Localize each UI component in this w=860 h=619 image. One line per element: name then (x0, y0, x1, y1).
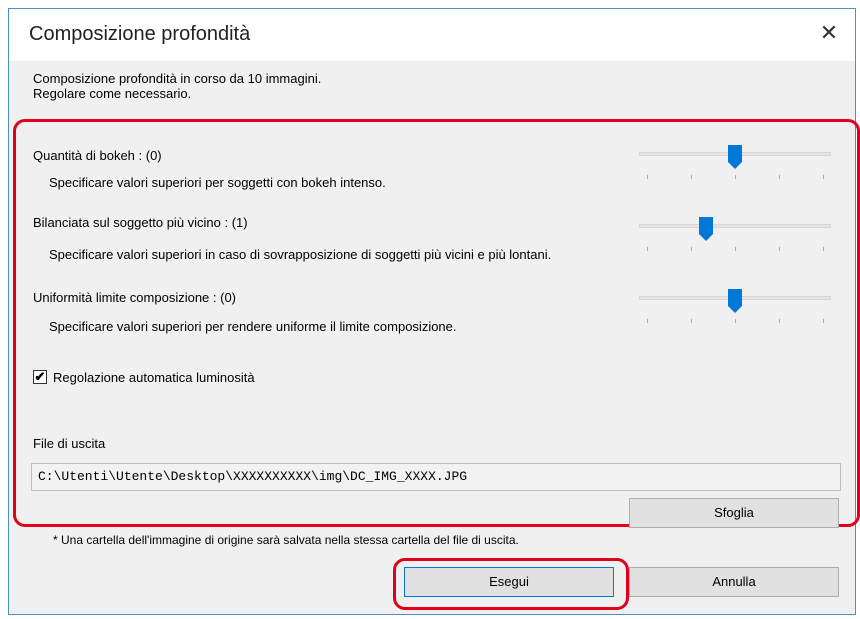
auto-brightness-label: Regolazione automatica luminosità (53, 370, 255, 385)
slider-tick (823, 319, 824, 323)
slider-tick (735, 247, 736, 251)
close-icon[interactable]: ✕ (815, 19, 843, 47)
slider-tick (779, 247, 780, 251)
slider-thumb[interactable] (728, 289, 742, 313)
slider-tick (647, 247, 648, 251)
bokeh-description: Specificare valori superiori per soggett… (49, 175, 386, 190)
slider-thumb[interactable] (728, 145, 742, 169)
slider-tick (779, 319, 780, 323)
slider-tick (691, 247, 692, 251)
slider-tick (823, 175, 824, 179)
output-path-field[interactable]: C:\Utenti\Utente\Desktop\XXXXXXXXXX\img\… (31, 463, 841, 491)
title-bar: Composizione profondità ✕ (9, 9, 855, 61)
nearest-subject-slider[interactable] (639, 217, 831, 253)
boundary-uniformity-label: Uniformità limite composizione : (0) (33, 290, 237, 305)
slider-tick (691, 175, 692, 179)
boundary-uniformity-description: Specificare valori superiori per rendere… (49, 319, 457, 334)
slider-tick (647, 319, 648, 323)
bokeh-label: Quantità di bokeh : (0) (33, 148, 162, 163)
dialog-title: Composizione profondità (29, 23, 251, 45)
dialog-window: Composizione profondità ✕ Composizione p… (8, 8, 860, 615)
bokeh-slider[interactable] (639, 145, 831, 181)
slider-tick (823, 247, 824, 251)
output-note: * Una cartella dell'immagine di origine … (53, 533, 519, 547)
intro-line-1: Composizione profondità in corso da 10 i… (33, 71, 322, 86)
boundary-uniformity-slider[interactable] (639, 289, 831, 325)
nearest-subject-label: Bilanciata sul soggetto più vicino : (1) (33, 215, 248, 230)
slider-tick (691, 319, 692, 323)
auto-brightness-checkbox[interactable]: ✔ (33, 370, 47, 384)
browse-button[interactable]: Sfoglia (629, 498, 839, 528)
slider-tick (735, 175, 736, 179)
slider-track[interactable] (639, 224, 831, 228)
slider-tick (647, 175, 648, 179)
slider-tick (779, 175, 780, 179)
intro-line-2: Regolare come necessario. (33, 86, 192, 101)
slider-thumb[interactable] (699, 217, 713, 241)
cancel-button[interactable]: Annulla (629, 567, 839, 597)
output-file-label: File di uscita (33, 436, 106, 451)
run-button[interactable]: Esegui (404, 567, 614, 597)
nearest-subject-description: Specificare valori superiori in caso di … (49, 247, 552, 262)
slider-tick (735, 319, 736, 323)
